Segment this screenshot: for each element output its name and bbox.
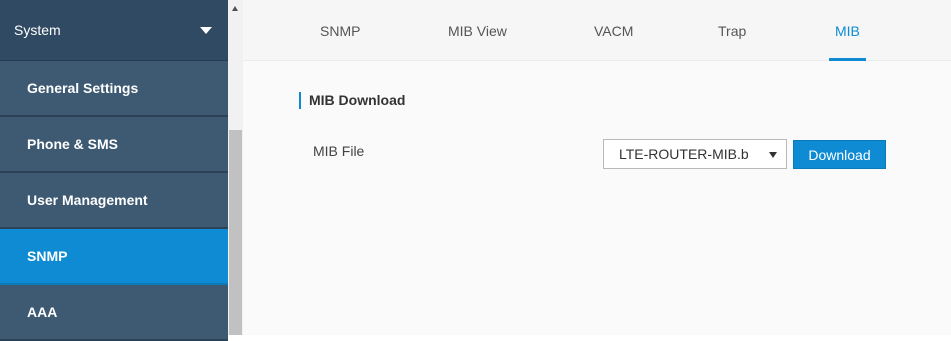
sidebar-item-label: General Settings (27, 80, 139, 96)
sidebar-item-aaa[interactable]: AAA (0, 285, 228, 341)
caret-down-icon[interactable] (200, 26, 212, 34)
sidebar-header-label: System (14, 22, 61, 38)
tab-mib[interactable]: MIB (829, 0, 866, 61)
sidebar-item-snmp[interactable]: SNMP (0, 229, 228, 285)
tab-trap[interactable]: Trap (718, 0, 746, 61)
scrollbar-thumb[interactable] (229, 130, 242, 335)
sidebar-item-label: SNMP (27, 248, 68, 264)
mib-file-selected-value: LTE-ROUTER-MIB.b (619, 146, 749, 162)
sidebar-item-phone-sms[interactable]: Phone & SMS (0, 117, 228, 173)
sidebar-header-system[interactable]: System (0, 0, 228, 61)
sidebar-item-label: User Management (27, 192, 148, 208)
section-title: MIB Download (299, 92, 405, 109)
download-button[interactable]: Download (793, 140, 886, 169)
sidebar-item-general-settings[interactable]: General Settings (0, 61, 228, 117)
sidebar-item-label: AAA (27, 304, 58, 320)
dropdown-arrow-icon[interactable] (769, 152, 777, 158)
tab-label: SNMP (320, 22, 361, 39)
sidebar: System General Settings Phone & SMS User… (0, 0, 228, 341)
tab-label: MIB View (448, 22, 507, 39)
tab-mib-view[interactable]: MIB View (448, 0, 507, 61)
tab-label: MIB (835, 22, 860, 39)
tab-vacm[interactable]: VACM (594, 0, 633, 61)
mib-file-label: MIB File (313, 143, 365, 159)
tab-bar: SNMP MIB View VACM Trap MIB (243, 0, 951, 61)
sidebar-item-user-management[interactable]: User Management (0, 173, 228, 229)
mib-file-select[interactable]: LTE-ROUTER-MIB.b (603, 139, 787, 169)
tab-label: VACM (594, 22, 634, 39)
tab-snmp[interactable]: SNMP (320, 0, 360, 61)
tab-label: Trap (718, 22, 747, 39)
sidebar-scrollbar[interactable] (228, 0, 243, 335)
main-content: MIB Download MIB File LTE-ROUTER-MIB.b D… (243, 61, 951, 335)
scroll-up-arrow-icon[interactable] (232, 6, 238, 11)
sidebar-item-label: Phone & SMS (27, 136, 119, 152)
